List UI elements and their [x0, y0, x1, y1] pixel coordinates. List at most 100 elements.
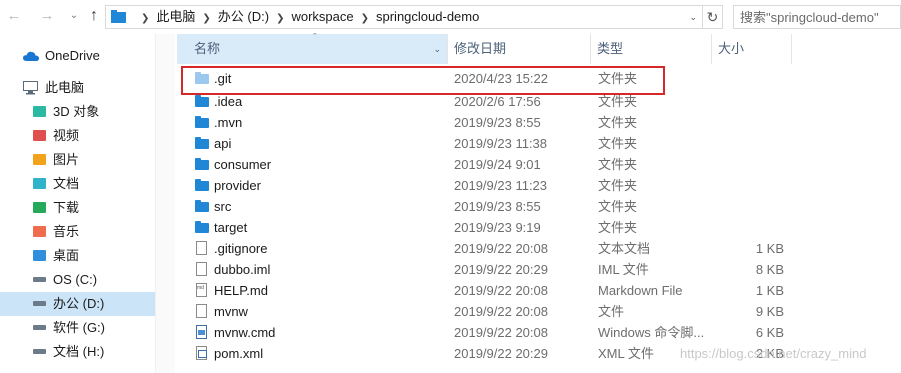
folder-icon — [111, 10, 126, 23]
column-header-label: 修改日期 — [454, 41, 507, 56]
file-row-mvnw[interactable]: mvnw 2019/9/22 20:08 文件 9 KB — [177, 301, 792, 322]
nav-item-label: 软件 (G:) — [53, 320, 105, 335]
file-row-provider[interactable]: provider 2019/9/23 11:23 文件夹 — [177, 175, 792, 196]
file-row-api[interactable]: api 2019/9/23 11:38 文件夹 — [177, 133, 792, 154]
command-script-icon — [195, 325, 209, 339]
nav-item-videos[interactable]: 视频 — [0, 124, 155, 148]
file-name: api — [214, 136, 232, 151]
file-row-idea[interactable]: .idea 2020/2/6 17:56 文件夹 — [177, 91, 792, 112]
nav-item-drive-h[interactable]: 文档 (H:) — [0, 340, 155, 364]
file-icon — [195, 262, 209, 276]
breadcrumb-item-drive-d[interactable]: 办公 (D:) — [218, 9, 269, 24]
file-row-git[interactable]: .git 2020/4/23 15:22 文件夹 — [177, 68, 792, 89]
nav-item-this-pc[interactable]: 此电脑 — [0, 76, 155, 100]
watermark-text: https://blog.csdn.net/crazy_mind — [680, 346, 867, 361]
breadcrumb-separator-icon[interactable]: ❯ — [202, 13, 210, 24]
nav-item-label: 下载 — [53, 200, 80, 215]
music-icon — [33, 226, 46, 237]
recent-locations-chevron-icon[interactable]: ⌄ — [64, 6, 84, 26]
file-name: consumer — [214, 157, 272, 172]
file-row-help-md[interactable]: HELP.md 2019/9/22 20:08 Markdown File 1 … — [177, 280, 792, 301]
folder-icon — [195, 72, 209, 84]
file-date: 2019/9/24 9:01 — [454, 157, 541, 172]
file-type: 文件夹 — [598, 115, 638, 130]
file-name: mvnw — [214, 304, 248, 319]
column-header-date[interactable]: 修改日期 — [448, 34, 591, 64]
file-name: .mvn — [214, 115, 243, 130]
file-name: .idea — [214, 94, 243, 109]
nav-item-music[interactable]: 音乐 — [0, 220, 155, 244]
refresh-icon[interactable]: ↻ — [703, 5, 723, 29]
column-header-size[interactable]: 大小 — [712, 34, 792, 64]
breadcrumb-separator-icon[interactable]: ❯ — [361, 13, 369, 24]
drive-icon — [33, 277, 46, 282]
nav-item-pictures[interactable]: 图片 — [0, 148, 155, 172]
breadcrumb: ❯ 此电脑 ❯ 办公 (D:) ❯ workspace ❯ springcloud-demo — [134, 6, 479, 28]
navigation-pane-scrollbar[interactable] — [155, 34, 175, 373]
column-header-type[interactable]: 类型 — [591, 34, 712, 64]
search-box[interactable] — [733, 5, 901, 29]
breadcrumb-item-this-pc[interactable]: 此电脑 — [156, 9, 195, 24]
address-toolbar: ← → ⌄ ↑ ❯ 此电脑 ❯ 办公 (D:) ❯ workspace ❯ springclo… — [0, 0, 901, 34]
file-size: 6 KB — [755, 325, 784, 340]
drive-icon — [33, 325, 46, 330]
file-row-target[interactable]: target 2019/9/23 9:19 文件夹 — [177, 217, 792, 238]
file-type: 文件夹 — [598, 199, 638, 214]
nav-item-drive-d[interactable]: 办公 (D:) — [0, 292, 155, 316]
nav-item-label: 3D 对象 — [53, 104, 100, 119]
file-date: 2019/9/23 9:19 — [454, 220, 541, 235]
nav-item-documents[interactable]: 文档 — [0, 172, 155, 196]
nav-item-drive-g[interactable]: 软件 (G:) — [0, 316, 155, 340]
nav-item-desktop[interactable]: 桌面 — [0, 244, 155, 268]
documents-icon — [33, 178, 46, 189]
file-name: .gitignore — [214, 241, 268, 256]
nav-item-label: OS (C:) — [53, 272, 98, 287]
nav-item-label: 文档 — [53, 176, 80, 191]
nav-item-label: 视频 — [53, 128, 80, 143]
column-header-label: 名称 — [194, 41, 221, 56]
nav-item-3d-objects[interactable]: 3D 对象 — [0, 100, 155, 124]
back-arrow-icon[interactable]: ← — [4, 6, 24, 26]
folder-icon — [195, 116, 209, 128]
nav-item-downloads[interactable]: 下载 — [0, 196, 155, 220]
folder-icon — [195, 221, 209, 233]
file-row-dubbo-iml[interactable]: dubbo.iml 2019/9/22 20:29 IML 文件 8 KB — [177, 259, 792, 280]
file-name: src — [214, 199, 232, 214]
column-header-label: 大小 — [718, 41, 745, 56]
file-size: 8 KB — [755, 262, 784, 277]
nav-item-label: 此电脑 — [45, 80, 85, 95]
file-name: dubbo.iml — [214, 262, 271, 277]
address-dropdown-chevron-icon[interactable]: ⌄ — [689, 6, 697, 28]
file-row-gitignore[interactable]: .gitignore 2019/9/22 20:08 文本文档 1 KB — [177, 238, 792, 259]
nav-item-onedrive[interactable]: OneDrive — [0, 44, 155, 68]
file-name: HELP.md — [214, 283, 268, 298]
file-name: target — [214, 220, 248, 235]
file-row-src[interactable]: src 2019/9/23 8:55 文件夹 — [177, 196, 792, 217]
column-filter-chevron-icon[interactable]: ⌄ — [433, 34, 441, 64]
file-date: 2019/9/22 20:08 — [454, 241, 548, 256]
column-header-label: 类型 — [597, 41, 624, 56]
breadcrumb-item-workspace[interactable]: workspace — [291, 9, 353, 24]
pictures-icon — [33, 154, 46, 165]
nav-item-drive-c[interactable]: OS (C:) — [0, 268, 155, 292]
forward-arrow-icon[interactable]: → — [37, 6, 57, 26]
up-arrow-icon[interactable]: ↑ — [84, 6, 104, 26]
column-header-name[interactable]: ˆ 名称 ⌄ — [177, 32, 448, 64]
file-size: 1 KB — [755, 283, 784, 298]
folder-icon — [195, 158, 209, 170]
breadcrumb-item-springcloud-demo[interactable]: springcloud-demo — [376, 9, 479, 24]
breadcrumb-separator-icon[interactable]: ❯ — [276, 13, 284, 24]
file-name: .git — [214, 71, 232, 86]
address-bar[interactable]: ❯ 此电脑 ❯ 办公 (D:) ❯ workspace ❯ springcloud-demo … — [105, 5, 703, 29]
desktop-icon — [33, 250, 46, 261]
file-row-consumer[interactable]: consumer 2019/9/24 9:01 文件夹 — [177, 154, 792, 175]
file-date: 2020/2/6 17:56 — [454, 94, 541, 109]
file-row-mvnw-cmd[interactable]: mvnw.cmd 2019/9/22 20:08 Windows 命令脚... … — [177, 322, 792, 343]
column-header-row: ˆ 名称 ⌄ 修改日期 类型 大小 — [177, 32, 792, 64]
file-icon — [195, 304, 209, 318]
file-row-mvn[interactable]: .mvn 2019/9/23 8:55 文件夹 — [177, 112, 792, 133]
search-input[interactable] — [734, 6, 894, 28]
file-date: 2019/9/23 11:23 — [454, 178, 548, 193]
file-name: mvnw.cmd — [214, 325, 276, 340]
file-date: 2019/9/22 20:29 — [454, 262, 548, 277]
